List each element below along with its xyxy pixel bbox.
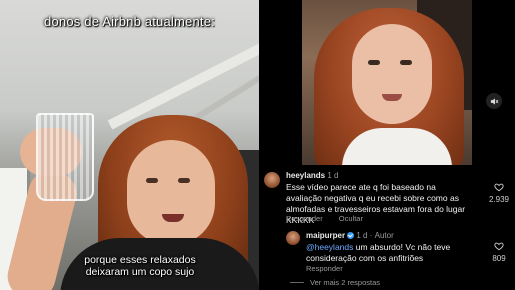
like-control[interactable]: 809 — [488, 241, 510, 263]
person-face — [352, 24, 432, 124]
caption-bottom-line: porque esses relaxados — [84, 254, 196, 266]
person-eye — [146, 178, 158, 183]
comment-actions: Responder Ocultar — [286, 214, 377, 223]
comment-header: heeylands 1 d — [286, 171, 339, 180]
verified-badge-icon — [347, 232, 355, 239]
like-count: 809 — [492, 254, 506, 263]
view-more-replies[interactable]: Ver mais 2 respostas — [290, 278, 380, 287]
hide-button[interactable]: Ocultar — [339, 214, 363, 223]
reel-video[interactable] — [302, 0, 472, 165]
person-eye — [400, 60, 412, 65]
avatar[interactable] — [286, 231, 300, 245]
comment-separator: · — [369, 231, 373, 240]
left-video-frame[interactable]: donos de Airbnb atualmente: porque esses… — [0, 0, 259, 290]
mention-link[interactable]: @heeylands — [306, 242, 353, 252]
heart-icon[interactable] — [494, 182, 504, 192]
comment-text: @heeylands um absurdo! Vc não teve consi… — [306, 242, 471, 264]
caption-bottom: porque esses relaxados deixaram um copo … — [40, 254, 240, 278]
comments-sheet: heeylands 1 d Esse vídeo parece ate q fo… — [262, 165, 515, 290]
avatar[interactable] — [264, 172, 280, 188]
person-face — [127, 140, 215, 245]
author-label: Autor — [374, 231, 394, 240]
comment-actions: Responder — [306, 264, 357, 273]
comment-header: maipurper 1 d · Autor — [306, 231, 394, 240]
like-control[interactable]: 2.939 — [488, 182, 510, 204]
comment-username[interactable]: heeylands — [286, 171, 325, 180]
heart-icon[interactable] — [494, 241, 504, 251]
reply-button[interactable]: Responder — [286, 214, 323, 223]
person-eye — [178, 178, 190, 183]
screenshot-root: donos de Airbnb atualmente: porque esses… — [0, 0, 515, 290]
reply-button[interactable]: Responder — [306, 264, 343, 273]
person-eye — [368, 60, 380, 65]
speaker-muted-icon[interactable] — [486, 93, 502, 109]
divider — [290, 282, 304, 283]
comment-username[interactable]: maipurper — [306, 231, 345, 240]
comment-time: 1 d — [356, 231, 368, 240]
drinking-glass — [36, 113, 94, 201]
caption-top: donos de Airbnb atualmente: — [44, 14, 215, 29]
right-panel: heeylands 1 d Esse vídeo parece ate q fo… — [262, 0, 515, 290]
caption-bottom-line: deixaram um copo sujo — [85, 266, 195, 278]
comment-time: 1 d — [327, 171, 339, 180]
view-more-replies-label: Ver mais 2 respostas — [310, 278, 381, 287]
like-count: 2.939 — [488, 195, 510, 204]
